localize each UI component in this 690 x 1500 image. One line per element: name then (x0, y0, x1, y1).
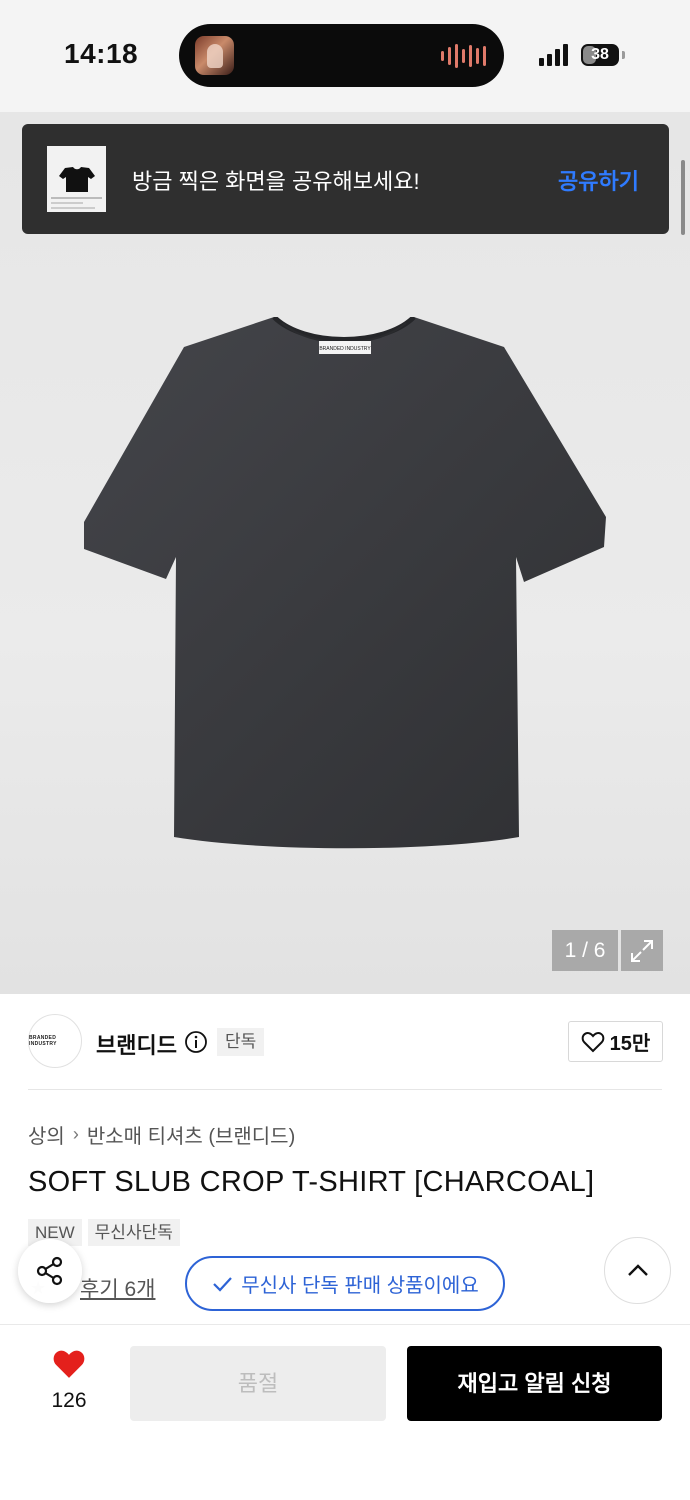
breadcrumb-item-subcategory[interactable]: 반소매 티셔츠 (브랜디드) (87, 1120, 295, 1149)
battery-tip (622, 51, 625, 59)
restock-alert-button[interactable]: 재입고 알림 신청 (407, 1346, 662, 1421)
cellular-signal-icon (539, 44, 568, 66)
share-button[interactable] (18, 1239, 82, 1303)
thumbnail-preview (47, 146, 106, 212)
battery-percent: 38 (591, 46, 609, 63)
product-title: SOFT SLUB CROP T-SHIRT [CHARCOAL] (28, 1166, 595, 1198)
chevron-up-icon (627, 1263, 648, 1276)
exclusive-notice-text: 무신사 단독 판매 상품이에요 (241, 1275, 479, 1297)
divider (28, 1089, 662, 1090)
check-icon (213, 1276, 233, 1292)
image-counter: 1 / 6 (552, 930, 618, 971)
scroll-indicator[interactable] (681, 160, 685, 235)
badge-musinsa-exclusive: 무신사단독 (87, 1219, 180, 1246)
product-image-tshirt: BRANDED INDUSTRY (84, 317, 606, 849)
exclusive-tag: 단독 (217, 1028, 265, 1056)
product-image-gallery[interactable]: BRANDED INDUSTRY 1 / 6 (0, 112, 690, 994)
scroll-to-top-button[interactable] (604, 1237, 671, 1304)
expand-icon (631, 939, 653, 962)
toast-message: 방금 찍은 화면을 공유해보세요! (132, 169, 420, 194)
screenshot-thumbnail[interactable] (47, 146, 106, 212)
breadcrumb-item-category[interactable]: 상의 (28, 1120, 65, 1149)
bottom-bar-divider (0, 1324, 690, 1325)
status-time: 14:18 (64, 38, 139, 69)
battery-icon: 38 (581, 44, 619, 66)
dynamic-island[interactable] (179, 24, 504, 87)
status-bar: 14:18 38 (0, 0, 690, 112)
screenshot-share-toast: 방금 찍은 화면을 공유해보세요! 공유하기 (22, 124, 669, 234)
wishlist-button[interactable] (38, 1348, 100, 1385)
breadcrumb: 상의 › 반소매 티셔츠 (브랜디드) (28, 1120, 295, 1149)
heart-outline-icon (581, 1031, 605, 1052)
chevron-right-icon: › (72, 1124, 79, 1144)
expand-image-button[interactable] (621, 930, 663, 971)
share-icon (36, 1256, 63, 1286)
share-now-button[interactable]: 공유하기 (558, 164, 639, 196)
brand-logo[interactable]: BRANDED INDUSTRY (28, 1014, 82, 1068)
brand-logo-text: BRANDED INDUSTRY (29, 1035, 57, 1047)
now-playing-artwork (195, 36, 234, 75)
heart-filled-icon (53, 1350, 85, 1378)
brand-like-button[interactable]: 15만 (568, 1021, 663, 1062)
exclusive-notice-pill[interactable]: 무신사 단독 판매 상품이에요 (185, 1256, 505, 1311)
brand-name[interactable]: 브랜디드 (96, 1028, 177, 1060)
wishlist-count: 126 (51, 1389, 87, 1412)
audio-waveform-icon (441, 43, 486, 68)
shirt-neck-label: BRANDED INDUSTRY (319, 346, 371, 352)
brand-like-count: 15만 (609, 1033, 651, 1055)
info-icon[interactable] (184, 1030, 208, 1054)
review-link[interactable]: 후기 6개 (80, 1273, 155, 1303)
soldout-button: 품절 (130, 1346, 386, 1421)
